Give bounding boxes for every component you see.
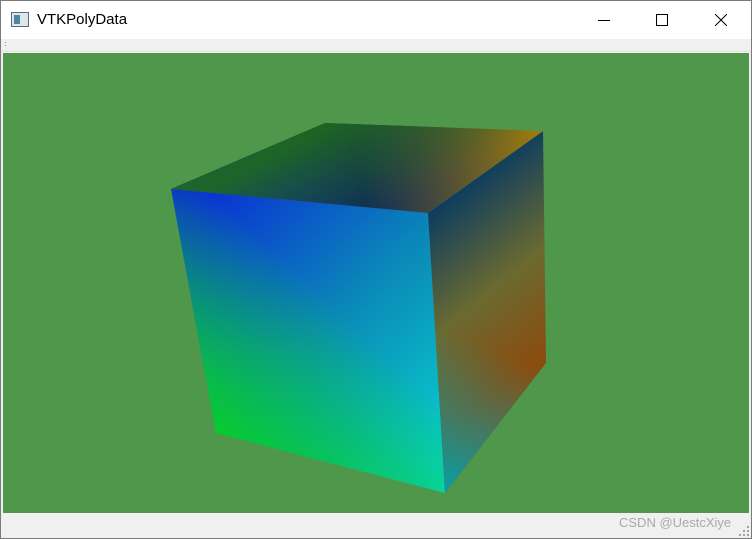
watermark: CSDN @UestcXiye [619,515,732,530]
cube-render [171,123,546,493]
window-title: VTKPolyData [37,11,128,28]
title-bar[interactable]: VTKPolyData [1,1,751,39]
minimize-icon [598,20,610,21]
toolbar-grip-icon[interactable] [5,42,7,48]
app-window: VTKPolyData CSDN @UestcXiye [0,0,752,539]
close-icon [715,14,727,26]
maximize-button[interactable] [639,1,685,39]
maximize-icon [656,14,668,26]
render-viewport[interactable] [3,53,749,513]
close-button[interactable] [698,1,744,39]
minimize-button[interactable] [581,1,627,39]
resize-grip-icon[interactable] [739,526,749,536]
toolbar-strip [1,39,751,52]
app-icon [11,12,29,27]
